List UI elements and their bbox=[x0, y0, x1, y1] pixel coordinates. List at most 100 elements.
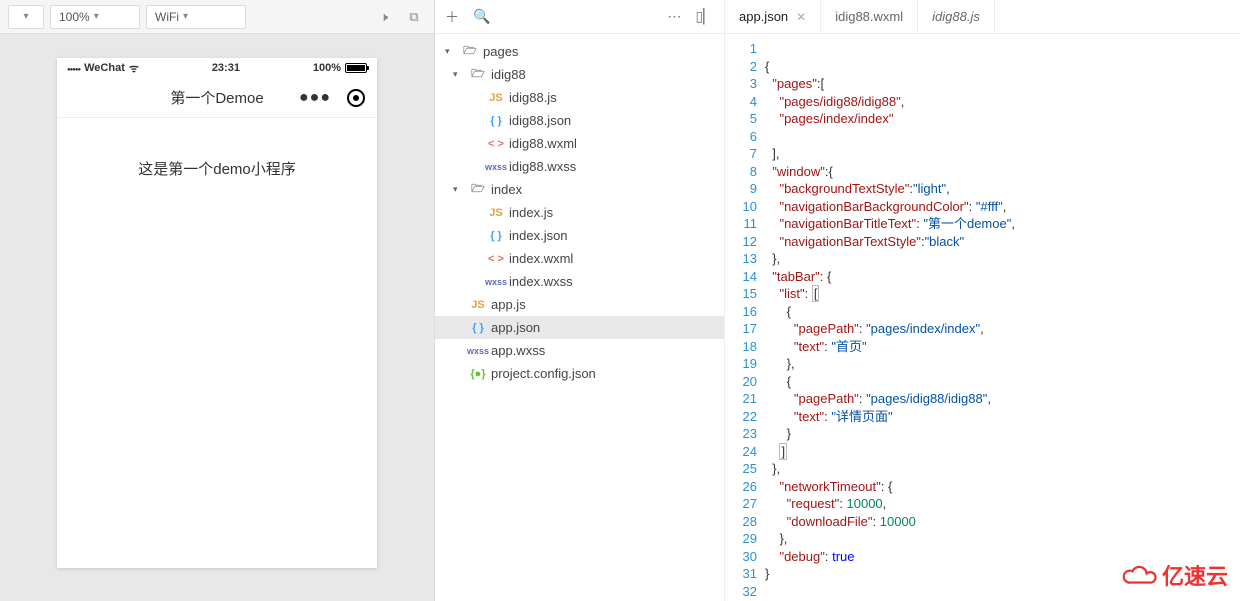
code-line[interactable]: "backgroundTextStyle":"light", bbox=[765, 180, 1240, 198]
file-label: idig88.wxss bbox=[509, 159, 576, 174]
cloud-icon bbox=[1122, 563, 1158, 587]
file-label: index bbox=[491, 182, 522, 197]
file-label: index.json bbox=[509, 228, 568, 243]
code-line[interactable]: "tabBar": { bbox=[765, 268, 1240, 286]
editor-tab[interactable]: idig88.wxml bbox=[821, 0, 918, 33]
code-line[interactable]: { bbox=[765, 373, 1240, 391]
editor-tab[interactable]: idig88.js bbox=[918, 0, 995, 33]
clock-label: 23:31 bbox=[212, 62, 240, 74]
code-line[interactable]: "pagePath": "pages/idig88/idig88", bbox=[765, 390, 1240, 408]
chevron-down-icon: ▾ bbox=[94, 11, 99, 22]
target-icon[interactable] bbox=[347, 89, 365, 107]
zoom-value: 100% bbox=[59, 10, 90, 24]
tree-toolbar: ＋ 🔍 ⋯ ▯▏ bbox=[435, 0, 724, 34]
code-line[interactable]: { bbox=[765, 58, 1240, 76]
folder-item[interactable]: ▾🗁index bbox=[435, 178, 724, 201]
file-type-icon: { } bbox=[465, 322, 491, 334]
file-item[interactable]: wxssindex.wxss bbox=[435, 270, 724, 293]
code-line[interactable]: "text": "首页" bbox=[765, 338, 1240, 356]
chevron-down-icon: ▾ bbox=[23, 11, 28, 22]
code-line[interactable]: "navigationBarTextStyle":"black" bbox=[765, 233, 1240, 251]
more-icon[interactable]: ⋯ bbox=[668, 8, 682, 25]
code-line[interactable]: "pages/index/index" bbox=[765, 110, 1240, 128]
file-item[interactable]: < >idig88.wxml bbox=[435, 132, 724, 155]
code-line[interactable]: "pages/idig88/idig88", bbox=[765, 93, 1240, 111]
file-item[interactable]: wxssapp.wxss bbox=[435, 339, 724, 362]
file-item[interactable]: {●}project.config.json bbox=[435, 362, 724, 385]
caret-icon: ▾ bbox=[453, 69, 465, 80]
file-item[interactable]: { }app.json bbox=[435, 316, 724, 339]
phone-frame: WeChat ᯤ 23:31 100% 第一个Demoe ●●● 这是第一个de… bbox=[57, 58, 377, 568]
nav-title: 第一个Demoe bbox=[170, 87, 263, 108]
caret-icon: ▾ bbox=[453, 184, 465, 195]
device-dropdown[interactable]: ▾ bbox=[8, 5, 44, 29]
file-type-icon: 🗁 bbox=[465, 180, 491, 199]
network-dropdown[interactable]: WiFi ▾ bbox=[146, 5, 246, 29]
file-label: idig88 bbox=[491, 67, 526, 82]
phone-wrap: WeChat ᯤ 23:31 100% 第一个Demoe ●●● 这是第一个de… bbox=[0, 34, 434, 601]
more-icon[interactable]: ●●● bbox=[299, 89, 331, 107]
code-editor[interactable]: 1234567891011121314151617181920212223242… bbox=[725, 34, 1240, 601]
simulator-panel: ▾ 100% ▾ WiFi ▾ 🕨 ⧉ WeChat ᯤ 23:31 100% 第一… bbox=[0, 0, 435, 601]
code-line[interactable]: "networkTimeout": { bbox=[765, 478, 1240, 496]
code-line[interactable] bbox=[765, 128, 1240, 146]
split-icon[interactable]: ▯▏ bbox=[696, 8, 714, 25]
carrier-label: WeChat bbox=[84, 62, 125, 74]
battery-icon bbox=[345, 63, 367, 73]
file-item[interactable]: wxssidig88.wxss bbox=[435, 155, 724, 178]
file-label: app.js bbox=[491, 297, 526, 312]
folder-item[interactable]: ▾🗁idig88 bbox=[435, 63, 724, 86]
file-item[interactable]: JSidig88.js bbox=[435, 86, 724, 109]
file-item[interactable]: < >index.wxml bbox=[435, 247, 724, 270]
file-label: project.config.json bbox=[491, 366, 596, 381]
file-label: idig88.json bbox=[509, 113, 571, 128]
file-item[interactable]: JSindex.js bbox=[435, 201, 724, 224]
mute-icon[interactable]: 🕨 bbox=[372, 5, 396, 29]
zoom-dropdown[interactable]: 100% ▾ bbox=[50, 5, 140, 29]
code-line[interactable]: { bbox=[765, 303, 1240, 321]
code-line[interactable]: }, bbox=[765, 530, 1240, 548]
file-type-icon: < > bbox=[483, 253, 509, 265]
file-type-icon: { } bbox=[483, 230, 509, 242]
simulator-toolbar: ▾ 100% ▾ WiFi ▾ 🕨 ⧉ bbox=[0, 0, 434, 34]
code-line[interactable]: } bbox=[765, 425, 1240, 443]
code-line[interactable]: ], bbox=[765, 145, 1240, 163]
file-type-icon: < > bbox=[483, 138, 509, 150]
code-content[interactable]: { "pages":[ "pages/idig88/idig88", "page… bbox=[765, 34, 1240, 601]
code-line[interactable]: "request": 10000, bbox=[765, 495, 1240, 513]
network-value: WiFi bbox=[155, 10, 179, 24]
file-item[interactable]: JSapp.js bbox=[435, 293, 724, 316]
file-type-icon: JS bbox=[465, 299, 491, 311]
file-label: index.js bbox=[509, 205, 553, 220]
code-line[interactable] bbox=[765, 40, 1240, 58]
add-icon[interactable]: ＋ bbox=[445, 7, 459, 27]
restore-icon[interactable]: ⧉ bbox=[402, 5, 426, 29]
file-item[interactable]: { }index.json bbox=[435, 224, 724, 247]
code-line[interactable]: "pagePath": "pages/index/index", bbox=[765, 320, 1240, 338]
code-line[interactable]: "pages":[ bbox=[765, 75, 1240, 93]
code-line[interactable]: "text": "详情页面" bbox=[765, 408, 1240, 426]
code-line[interactable]: }, bbox=[765, 355, 1240, 373]
file-label: idig88.wxml bbox=[509, 136, 577, 151]
file-item[interactable]: { }idig88.json bbox=[435, 109, 724, 132]
code-line[interactable]: }, bbox=[765, 460, 1240, 478]
tab-label: app.json bbox=[739, 9, 788, 24]
code-line[interactable]: "list": [ bbox=[765, 285, 1240, 303]
code-line[interactable]: ] bbox=[765, 443, 1240, 461]
code-line[interactable]: }, bbox=[765, 250, 1240, 268]
editor-tab[interactable]: app.json ✕ bbox=[725, 0, 821, 33]
file-label: idig88.js bbox=[509, 90, 557, 105]
chevron-down-icon: ▾ bbox=[183, 11, 188, 22]
file-type-icon: JS bbox=[483, 207, 509, 219]
folder-item[interactable]: ▾🗁pages bbox=[435, 40, 724, 63]
close-icon[interactable]: ✕ bbox=[796, 10, 806, 24]
editor-tabs: app.json ✕ idig88.wxmlidig88.js bbox=[725, 0, 1240, 34]
code-line[interactable]: "navigationBarBackgroundColor": "#fff", bbox=[765, 198, 1240, 216]
code-line[interactable]: "downloadFile": 10000 bbox=[765, 513, 1240, 531]
code-line[interactable]: "navigationBarTitleText": "第一个demoe", bbox=[765, 215, 1240, 233]
search-icon[interactable]: 🔍 bbox=[473, 8, 490, 25]
file-type-icon: 🗁 bbox=[457, 42, 483, 61]
code-line[interactable]: "window":{ bbox=[765, 163, 1240, 181]
file-label: app.wxss bbox=[491, 343, 545, 358]
file-type-icon: {●} bbox=[465, 368, 491, 380]
